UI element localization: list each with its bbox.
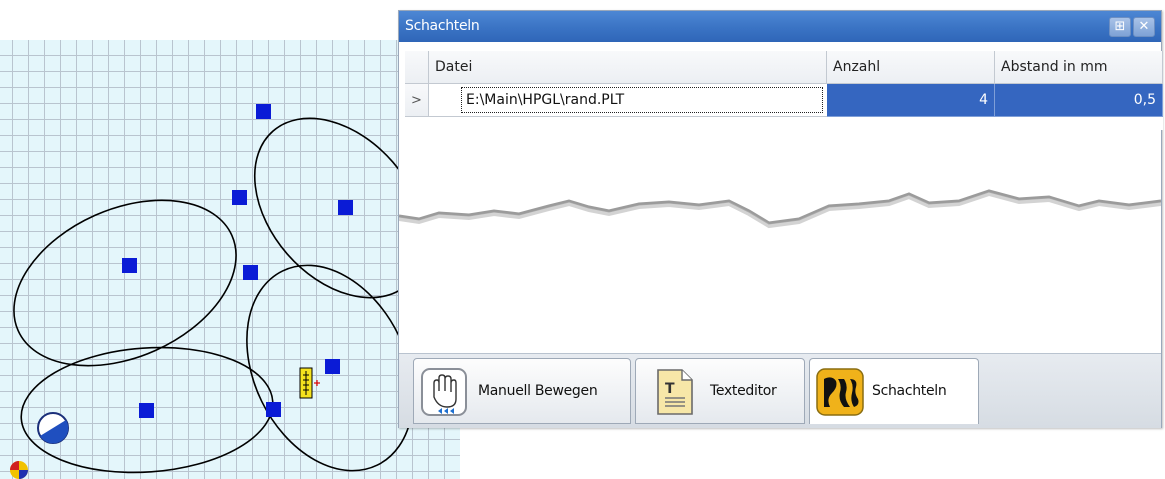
pin-icon[interactable]: ⊞: [1109, 17, 1131, 37]
tab-manual-move[interactable]: Manuell Bewegen: [413, 358, 631, 424]
row-indicator[interactable]: >: [405, 84, 429, 117]
drawing-canvas[interactable]: [0, 0, 460, 479]
tab-label-text-editor: Texteditor: [710, 383, 777, 399]
column-header-file[interactable]: Datei: [429, 51, 827, 84]
canvas-drawing[interactable]: [0, 0, 460, 479]
node-marker[interactable]: [338, 200, 353, 215]
origin-indicator-icon: [37, 412, 69, 444]
hand-move-icon: [421, 368, 467, 416]
nesting-icon: [816, 368, 864, 416]
panel-title: Schachteln: [405, 18, 480, 34]
nesting-panel: Schachteln ⊞ ✕ Datei Anzahl Abstand in m…: [398, 10, 1163, 428]
file-path-cell[interactable]: E:\Main\HPGL\rand.PLT: [461, 87, 823, 113]
table-cell-count[interactable]: 4: [827, 84, 995, 117]
node-marker[interactable]: [256, 104, 271, 119]
column-header-count[interactable]: Anzahl: [827, 51, 995, 84]
panel-titlebar[interactable]: Schachteln ⊞ ✕: [399, 11, 1161, 42]
node-marker[interactable]: [243, 265, 258, 280]
tab-text-editor[interactable]: T Texteditor: [635, 358, 805, 424]
text-document-icon: T: [657, 369, 693, 415]
node-marker[interactable]: [266, 402, 281, 417]
tool-position-icon[interactable]: [299, 367, 320, 399]
node-marker[interactable]: [325, 359, 340, 374]
tab-strip: Manuell Bewegen T Texteditor Schachteln: [399, 353, 1161, 428]
corner-marker-icon: [10, 461, 28, 479]
node-marker[interactable]: [232, 190, 247, 205]
column-header-spacing[interactable]: Abstand in mm: [995, 51, 1163, 84]
svg-text:T: T: [665, 381, 675, 397]
torn-paper-divider: [399, 189, 1161, 371]
table-cell-spacing[interactable]: 0,5: [995, 84, 1163, 117]
tab-label-manual-move: Manuell Bewegen: [478, 383, 598, 399]
nesting-table: Datei Anzahl Abstand in mm > E:\Main\HPG…: [405, 51, 1163, 130]
node-marker[interactable]: [139, 403, 154, 418]
table-corner: [405, 51, 429, 84]
close-icon[interactable]: ✕: [1133, 17, 1155, 37]
tab-label-nesting: Schachteln: [872, 383, 947, 399]
table-cell-file[interactable]: E:\Main\HPGL\rand.PLT: [429, 84, 827, 117]
tab-nesting[interactable]: Schachteln: [809, 358, 979, 424]
node-marker[interactable]: [122, 258, 137, 273]
ellipse-shape-left[interactable]: [0, 168, 262, 398]
